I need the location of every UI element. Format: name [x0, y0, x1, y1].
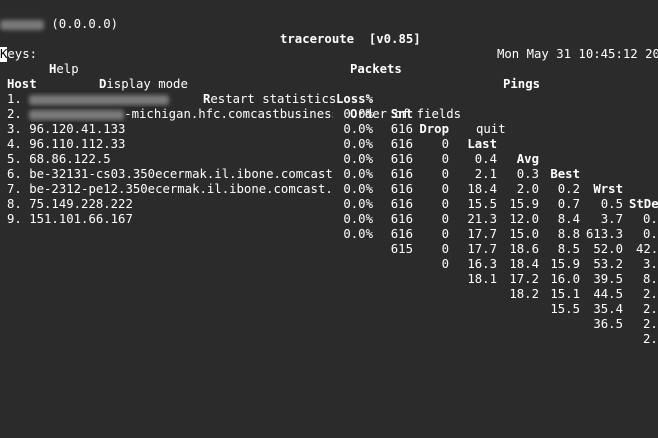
hop-avg: 17.2	[509, 272, 539, 286]
table-row[interactable]: 2. -michigan.hfc.comcastbusiness 0.0% 61…	[0, 92, 658, 241]
hop-avg: 18.2	[509, 287, 539, 301]
table-row[interactable]: 6. be-32131-cs03.350ecermak.il.ibone.com…	[0, 152, 658, 301]
hop-stdev: 42.	[636, 242, 658, 256]
hop-last: 17.7	[467, 242, 497, 256]
hop-snt: 615	[390, 242, 413, 256]
hop-best: 15.5	[550, 302, 580, 316]
table-row[interactable]: 1. 0.0% 616 0 0.4 0.3 0.2 0.5 0.	[0, 77, 658, 226]
table-row[interactable]: 8. 75.149.228.222 0.0% 616 0 16.3 17.2 1…	[0, 182, 658, 331]
hop-best: 15.9	[550, 257, 580, 271]
table-row[interactable]: 5. 68.86.122.5 0.0% 616 0 21.3 15.0 8.5 …	[0, 137, 658, 286]
table-row[interactable]: 9. 151.101.66.167 0.0% 615 0 18.1 18.2 1…	[0, 197, 658, 346]
hop-wrst: 3.7	[600, 212, 623, 226]
hop-drop: 0	[441, 242, 449, 256]
hop-wrst: 36.5	[593, 317, 623, 331]
hop-wrst: 39.5	[593, 272, 623, 286]
hop-host: 9. 151.101.66.167	[7, 212, 333, 227]
terminal-window[interactable]: (0.0.0.0) traceroute [v0.85] Mon May 31 …	[0, 0, 658, 438]
hop-loss: 0.0%	[343, 227, 373, 241]
hop-wrst: 35.4	[593, 302, 623, 316]
keys-bar: Keys: Help Display mode Restart statisti…	[0, 32, 658, 136]
hop-avg: 12.0	[509, 212, 539, 226]
hop-best: 8.4	[557, 212, 580, 226]
hop-best: 16.0	[550, 272, 580, 286]
hop-avg: 18.4	[509, 257, 539, 271]
hop-stdev: 2.	[643, 332, 658, 346]
hop-last: 18.1	[467, 272, 497, 286]
hop-stdev: 2.	[643, 317, 658, 331]
hop-wrst: 53.2	[593, 257, 623, 271]
hop-host-name: 151.101.66.167	[29, 212, 133, 226]
hop-snt: 616	[390, 212, 413, 226]
hop-last: 16.3	[467, 257, 497, 271]
hop-last: 21.3	[467, 212, 497, 226]
hop-stdev: 0.	[643, 227, 658, 241]
hop-drop: 0	[441, 257, 449, 271]
column-headers: Host Loss% Snt Drop Last Avg Best Wrst S…	[0, 62, 658, 211]
hop-snt: 616	[390, 227, 413, 241]
hop-stdev: 2.	[643, 302, 658, 316]
hop-number: 9.	[7, 212, 22, 226]
hop-stdev: 8.	[643, 272, 658, 286]
status-line: (0.0.0.0) traceroute [v0.85] Mon May 31 …	[0, 2, 658, 61]
column-group-headers: Packets Pings	[0, 47, 658, 91]
hop-loss: 0.0%	[343, 212, 373, 226]
hop-avg: 15.0	[509, 227, 539, 241]
hop-stdev: 0.	[643, 212, 658, 226]
hop-wrst: 613.3	[585, 227, 623, 241]
hop-best: 8.5	[557, 242, 580, 256]
hop-best: 8.8	[557, 227, 580, 241]
hop-drop: 0	[441, 227, 449, 241]
hop-stdev: 2.	[643, 287, 658, 301]
table-row[interactable]: 4. 96.110.112.33 0.0% 616 0 15.5 12.0 8.…	[0, 122, 658, 271]
hop-drop: 0	[441, 212, 449, 226]
hop-wrst: 52.0	[593, 242, 623, 256]
hop-last: 17.7	[467, 227, 497, 241]
host-address-text: (0.0.0.0)	[51, 17, 119, 31]
table-row[interactable]: 3. 96.120.41.133 0.0% 616 0 18.4 15.9 8.…	[0, 107, 658, 256]
redacted-hostname	[0, 19, 44, 30]
table-row[interactable]: 7. be-2312-pe12.350ecermak.il.ibone.comc…	[0, 167, 658, 316]
hop-wrst: 44.5	[593, 287, 623, 301]
hop-stdev: 3.	[643, 257, 658, 271]
local-host-address: (0.0.0.0)	[0, 17, 118, 32]
hop-best: 15.1	[550, 287, 580, 301]
hop-avg: 18.6	[509, 242, 539, 256]
